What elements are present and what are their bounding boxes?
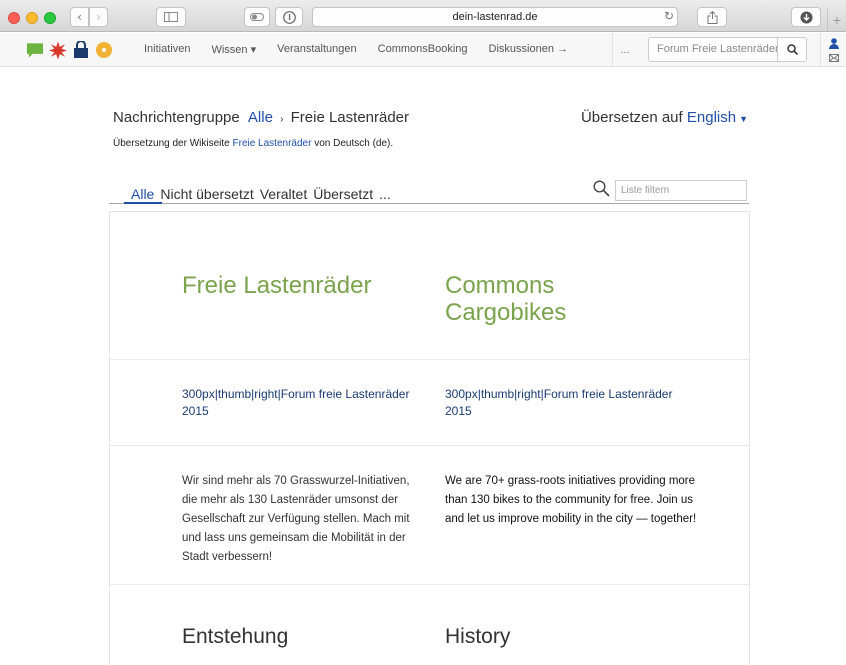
zoom-window-button[interactable]	[44, 12, 56, 24]
browser-titlebar: ‹ › dein-lastenrad.de ↻ +	[0, 0, 846, 32]
nav-link-initiativen[interactable]: Initiativen	[144, 43, 190, 56]
target-section-heading: History	[445, 625, 511, 648]
forward-icon[interactable]: ›	[89, 7, 108, 27]
group-link-alle[interactable]: Alle	[248, 109, 273, 126]
nav-link-wissen[interactable]: Wissen ▾	[211, 43, 256, 56]
forum-nav-links: Initiativen Wissen ▾ Veranstaltungen Com…	[144, 43, 589, 56]
translate-label: Übersetzen auf	[580, 109, 683, 126]
bag-logo[interactable]	[72, 41, 90, 59]
tab-nicht-uebersetzt[interactable]: Nicht übersetzt	[160, 186, 253, 202]
reload-icon[interactable]: ↻	[664, 9, 674, 23]
forum-logos	[26, 41, 113, 59]
translation-row[interactable]: Entstehung History	[110, 585, 749, 665]
tab-veraltet[interactable]: Veraltet	[260, 186, 307, 202]
source-image-text: 300px|thumb|right|Forum freie Lastenräde…	[182, 387, 410, 418]
nav-link-veranstaltungen[interactable]: Veranstaltungen	[277, 43, 357, 56]
address-bar[interactable]: dein-lastenrad.de	[312, 7, 678, 27]
wiki-page-link[interactable]: Freie Lastenräder	[233, 138, 312, 149]
chevron-down-icon[interactable]: ▼	[739, 114, 748, 124]
tab-alle[interactable]: Alle	[131, 186, 154, 202]
translation-panel: Freie Lastenräder Commons Cargobikes 300…	[109, 211, 750, 665]
tab-more[interactable]: ...	[379, 186, 391, 202]
filter-tabs: Alle Nicht übersetzt Veraltet Übersetzt …	[131, 186, 391, 202]
forum-search-button[interactable]	[777, 37, 807, 62]
target-image-text: 300px|thumb|right|Forum freie Lastenräde…	[445, 387, 673, 418]
translation-row[interactable]: Freie Lastenräder Commons Cargobikes	[110, 212, 749, 360]
page-title: Freie Lastenräder	[290, 109, 410, 126]
browser-window: ‹ › dein-lastenrad.de ↻ + Initiativen Wi…	[0, 0, 846, 665]
url-text: dein-lastenrad.de	[452, 11, 538, 23]
reader-icon[interactable]	[244, 7, 270, 27]
source-paragraph: Wir sind mehr als 70 Grasswurzel-Initiat…	[182, 475, 410, 563]
source-heading: Freie Lastenräder	[182, 272, 372, 299]
language-selector[interactable]: English	[687, 109, 736, 126]
filter-list-input[interactable]: Liste filtern	[615, 180, 747, 201]
back-icon[interactable]: ‹	[70, 7, 89, 27]
forum-search-input[interactable]: Forum Freie Lastenräder	[648, 37, 778, 62]
nav-link-commonsbooking[interactable]: CommonsBooking	[378, 43, 468, 56]
subtitle-suffix: von Deutsch (de).	[314, 138, 394, 149]
tab-uebersetzt[interactable]: Übersetzt	[313, 186, 373, 202]
nav-link-diskussionen[interactable]: Diskussionen →	[489, 43, 568, 56]
translation-subtitle: Übersetzung der Wikiseite Freie Lastenrä…	[113, 138, 393, 149]
translation-row[interactable]: Wir sind mehr als 70 Grasswurzel-Initiat…	[110, 446, 749, 585]
speech-bubble-logo[interactable]	[26, 41, 44, 59]
user-icon[interactable]	[828, 38, 839, 50]
coin-logo[interactable]	[95, 41, 113, 59]
info-icon[interactable]	[275, 7, 303, 27]
group-label: Nachrichtengruppe	[113, 109, 240, 126]
share-icon[interactable]	[697, 7, 727, 27]
search-icon	[786, 44, 798, 55]
nav-more-button[interactable]: ...	[612, 33, 637, 67]
breadcrumb-separator: ›	[280, 114, 284, 125]
tabs-divider	[109, 203, 749, 204]
new-tab-icon[interactable]: +	[827, 9, 846, 31]
translation-row[interactable]: 300px|thumb|right|Forum freie Lastenräde…	[110, 360, 749, 446]
sidebar-icon[interactable]	[156, 7, 186, 27]
download-icon[interactable]	[791, 7, 821, 27]
target-paragraph: We are 70+ grass-roots initiatives provi…	[445, 475, 697, 525]
breadcrumb: Nachrichtengruppe Alle › Freie Lastenräd…	[113, 109, 409, 126]
mail-icon[interactable]	[828, 53, 839, 62]
user-column	[820, 33, 846, 67]
active-tab-indicator	[124, 202, 162, 204]
translate-to: Übersetzen auf English ▼	[581, 109, 748, 126]
search-icon	[593, 180, 610, 202]
close-window-button[interactable]	[8, 12, 20, 24]
target-heading: Commons Cargobikes	[445, 272, 567, 326]
subtitle-prefix: Übersetzung der Wikiseite	[113, 138, 230, 149]
source-section-heading: Entstehung	[182, 625, 289, 648]
forum-navbar: Initiativen Wissen ▾ Veranstaltungen Com…	[0, 33, 846, 67]
minimize-window-button[interactable]	[26, 12, 38, 24]
star-burst-logo[interactable]	[49, 41, 67, 59]
